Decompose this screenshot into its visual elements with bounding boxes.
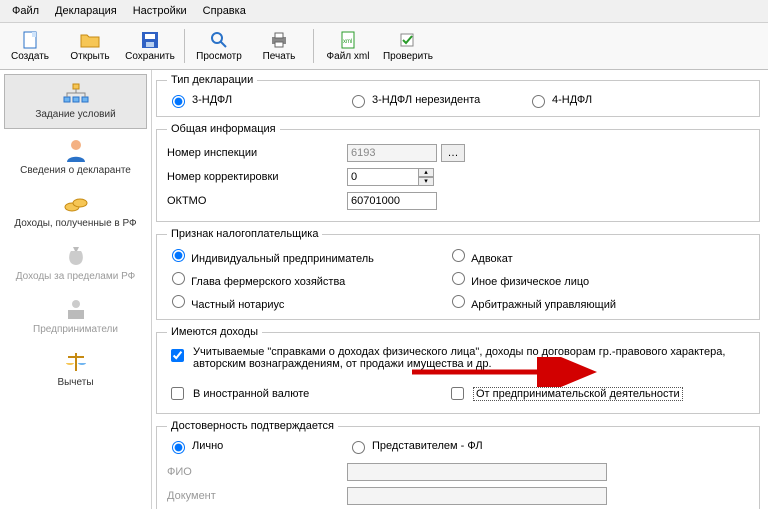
main-panel: Тип декларации 3-НДФЛ 3-НДФЛ нерезидента…: [152, 70, 768, 509]
floppy-icon: [142, 30, 158, 50]
lookup-inspection-button[interactable]: …: [441, 144, 465, 162]
input-oktmo[interactable]: [347, 192, 437, 210]
save-button[interactable]: Сохранить: [120, 25, 180, 67]
radio-self[interactable]: Лично: [167, 438, 347, 454]
input-fio[interactable]: [347, 463, 607, 481]
group-declaration-type: Тип декларации 3-НДФЛ 3-НДФЛ нерезидента…: [156, 74, 760, 117]
money-bag-icon: [66, 243, 86, 269]
menu-settings[interactable]: Настройки: [127, 3, 193, 19]
coins-icon: [64, 190, 88, 216]
check-business-income[interactable]: [451, 387, 464, 400]
menu-declaration[interactable]: Декларация: [49, 3, 123, 19]
menubar: Файл Декларация Настройки Справка: [0, 0, 768, 23]
sidebar-item-business[interactable]: Предприниматели: [0, 290, 151, 343]
radio-3ndfl-nonres[interactable]: 3-НДФЛ нерезидента: [347, 92, 527, 108]
magnifier-icon: [210, 30, 228, 50]
scales-icon: [64, 349, 88, 375]
org-chart-icon: [62, 81, 90, 107]
radio-3ndfl[interactable]: 3-НДФЛ: [167, 92, 347, 108]
menu-help[interactable]: Справка: [197, 3, 252, 19]
folder-open-icon: [80, 30, 100, 50]
sidebar-item-income-foreign[interactable]: Доходы за пределами РФ: [0, 237, 151, 290]
label-inspection: Номер инспекции: [167, 147, 347, 159]
xml-button[interactable]: xml Файл xml: [318, 25, 378, 67]
label-business-income: От предпринимательской деятельности: [473, 387, 683, 401]
briefcase-person-icon: [65, 296, 87, 322]
radio-notary[interactable]: Частный нотариус: [167, 292, 447, 311]
preview-button[interactable]: Просмотр: [189, 25, 249, 67]
svg-text:xml: xml: [343, 39, 352, 45]
xml-file-icon: xml: [340, 30, 356, 50]
radio-4ndfl[interactable]: 4-НДФЛ: [527, 92, 707, 108]
label-fio: ФИО: [167, 466, 347, 478]
printer-icon: [270, 30, 288, 50]
new-file-icon: [22, 30, 38, 50]
radio-farmer[interactable]: Глава фермерского хозяйства: [167, 269, 447, 288]
print-button[interactable]: Печать: [249, 25, 309, 67]
input-correction[interactable]: [347, 168, 419, 186]
sidebar-item-income-rf[interactable]: Доходы, полученные в РФ: [0, 184, 151, 237]
spin-down-button[interactable]: ▾: [418, 177, 434, 186]
input-document[interactable]: [347, 487, 607, 505]
spin-up-button[interactable]: ▴: [418, 168, 434, 177]
label-correction: Номер корректировки: [167, 171, 347, 183]
label-oktmo: ОКТМО: [167, 195, 347, 207]
group-authenticity: Достоверность подтверждается Лично Предс…: [156, 420, 760, 509]
menu-file[interactable]: Файл: [6, 3, 45, 19]
group-general: Общая информация Номер инспекции … Номер…: [156, 123, 760, 222]
sidebar-item-deductions[interactable]: Вычеты: [0, 343, 151, 396]
check-icon: [399, 30, 417, 50]
radio-representative[interactable]: Представителем - ФЛ: [347, 438, 607, 454]
sidebar-item-conditions[interactable]: Задание условий: [4, 74, 147, 129]
create-button[interactable]: Создать: [0, 25, 60, 67]
radio-advocate[interactable]: Адвокат: [447, 246, 707, 265]
input-inspection[interactable]: [347, 144, 437, 162]
person-icon: [65, 137, 87, 163]
group-taxpayer: Признак налогоплательщика Индивидуальный…: [156, 228, 760, 320]
label-document: Документ: [167, 490, 347, 502]
check-button[interactable]: Проверить: [378, 25, 438, 67]
check-foreign-currency[interactable]: [171, 387, 184, 400]
group-income: Имеются доходы Учитываемые "справками о …: [156, 326, 760, 414]
radio-arbitr[interactable]: Арбитражный управляющий: [447, 292, 707, 311]
check-income-main[interactable]: [171, 349, 184, 362]
toolbar: Создать Открыть Сохранить Просмотр: [0, 23, 768, 70]
sidebar-item-declarant[interactable]: Сведения о декларанте: [0, 131, 151, 184]
radio-other-person[interactable]: Иное физическое лицо: [447, 269, 707, 288]
sidebar: Задание условий Сведения о декларанте До…: [0, 70, 152, 509]
open-button[interactable]: Открыть: [60, 25, 120, 67]
radio-ip[interactable]: Индивидуальный предприниматель: [167, 246, 447, 265]
